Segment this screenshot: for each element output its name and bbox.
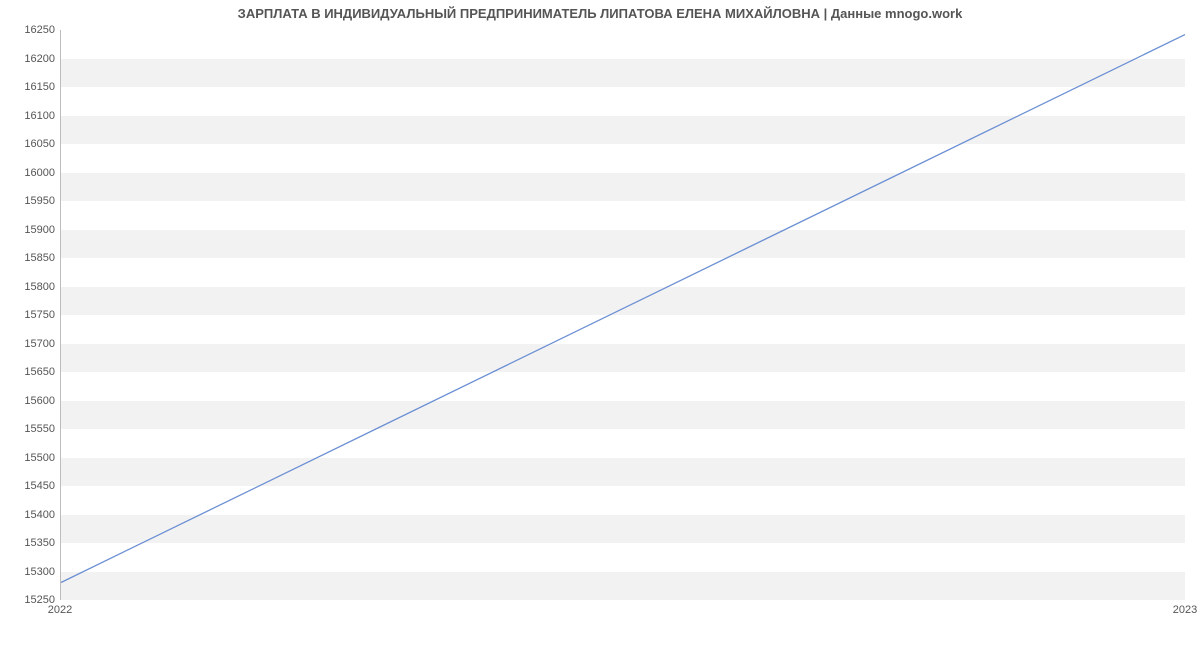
y-tick-label: 15750 (0, 309, 55, 321)
y-tick-label: 15850 (0, 252, 55, 264)
y-tick-label: 15400 (0, 509, 55, 521)
y-tick-label: 16150 (0, 81, 55, 93)
y-tick-label: 16000 (0, 167, 55, 179)
y-tick-label: 15550 (0, 423, 55, 435)
y-tick-label: 15700 (0, 338, 55, 350)
y-tick-label: 16250 (0, 24, 55, 36)
y-tick-label: 15350 (0, 537, 55, 549)
y-tick-label: 15650 (0, 366, 55, 378)
y-tick-label: 15450 (0, 480, 55, 492)
y-tick-label: 15250 (0, 594, 55, 606)
y-tick-label: 15900 (0, 224, 55, 236)
salary-line-chart: ЗАРПЛАТА В ИНДИВИДУАЛЬНЫЙ ПРЕДПРИНИМАТЕЛ… (0, 0, 1200, 650)
series-line (61, 35, 1185, 583)
x-tick-label: 2022 (48, 604, 72, 616)
chart-title: ЗАРПЛАТА В ИНДИВИДУАЛЬНЫЙ ПРЕДПРИНИМАТЕЛ… (0, 6, 1200, 21)
y-tick-label: 15600 (0, 395, 55, 407)
y-tick-label: 15500 (0, 452, 55, 464)
plot-area (60, 30, 1185, 600)
line-layer (61, 30, 1185, 599)
y-tick-label: 16100 (0, 110, 55, 122)
y-tick-label: 15950 (0, 195, 55, 207)
y-tick-label: 16050 (0, 138, 55, 150)
y-tick-label: 15800 (0, 281, 55, 293)
y-tick-label: 16200 (0, 53, 55, 65)
x-tick-label: 2023 (1173, 604, 1197, 616)
y-tick-label: 15300 (0, 566, 55, 578)
